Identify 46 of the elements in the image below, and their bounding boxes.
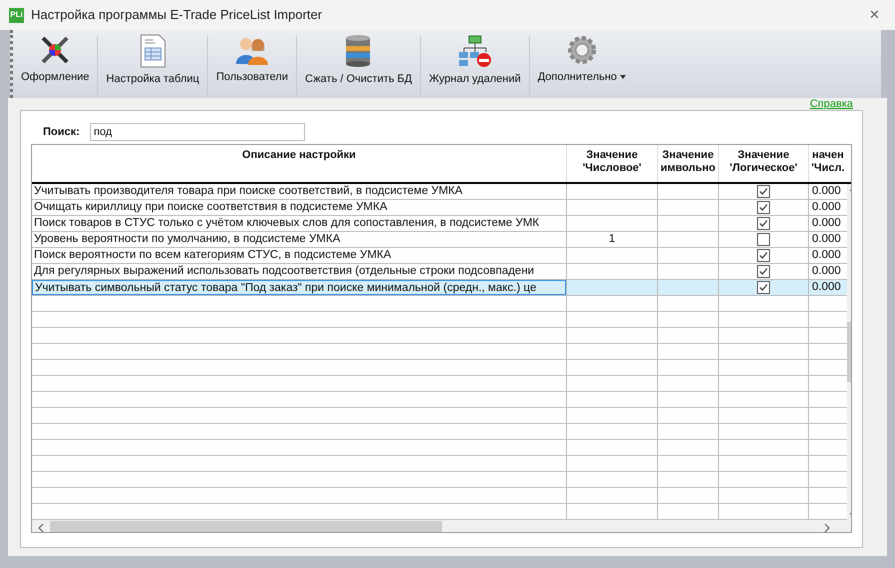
checkbox[interactable]: [757, 201, 770, 214]
search-field[interactable]: под: [90, 123, 305, 141]
table-cell-text: Поиск товаров в СТУС только с учётом ключевых слов для сопоставления, в подсистеме УМК: [33, 216, 540, 231]
table-cell-text: Для регулярных выражений использовать подсоответствия (отдельные строки подсовпадени: [33, 264, 536, 279]
scroll-right-icon: [822, 524, 832, 532]
spreadsheet-icon: [138, 34, 167, 68]
table-row[interactable]: Учитывать производителя товара при поиске соответствий, в подсистеме УМКА 0.000: [32, 184, 847, 200]
window-title: Настройка программы E-Trade PriceList Importer: [31, 6, 322, 24]
table-cell-text: Учитывать производителя товара при поиске соответствий, в подсистеме УМКА: [33, 184, 464, 199]
scroll-left-icon: [36, 524, 46, 532]
toolbar-button[interactable]: Сжать / Очистить БД: [297, 34, 420, 98]
gear-icon: [566, 34, 598, 66]
table-row[interactable]: Поиск товаров в СТУС только с учётом ключевых слов для сопоставления, в подсистеме УМК 0.000: [32, 216, 847, 232]
table-cell-text: Поиск вероятности по всем категориям СТУС, в подсистеме УМКА: [33, 248, 392, 263]
checkbox[interactable]: [757, 249, 770, 262]
column-header[interactable]: Значение 'Логическое': [718, 145, 808, 182]
hierarchy-delete-icon: [458, 34, 492, 68]
toolbar-button[interactable]: Оформление: [13, 34, 98, 98]
column-header[interactable]: Значение имвольно: [657, 145, 718, 182]
checkbox[interactable]: [757, 185, 770, 198]
tools-icon: [39, 34, 72, 66]
toolbar-button[interactable]: Дополнительно: [530, 34, 634, 98]
column-header[interactable]: Значение 'Числовое': [566, 145, 657, 182]
checkbox[interactable]: [757, 265, 770, 278]
table-cell: Учитывать символьный статус товара "Под заказ" при поиске минимальной (средн., макс.) це: [32, 280, 566, 295]
table-cell-text: Уровень вероятности по умолчанию, в подсистеме УМКА: [33, 232, 342, 247]
table-row[interactable]: Поиск вероятности по всем категориям СТУС, в подсистеме УМКА 0.000: [32, 248, 847, 264]
toolbar-button[interactable]: Журнал удалений: [420, 34, 529, 98]
table-row[interactable]: Учитывать символьный статус товара "Под заказ" при поиске минимальной (средн., макс.) це 0.000: [32, 280, 847, 296]
toolbar-button[interactable]: Пользователи: [208, 34, 296, 98]
column-header[interactable]: начен 'Числ.: [808, 145, 847, 182]
close-button[interactable]: ✕: [863, 5, 886, 25]
table-cell: 1: [566, 232, 657, 247]
table-cell-text: Очищать кириллицу при поиске соответствия в подсистеме УМКА: [33, 200, 388, 215]
caret-icon: [620, 75, 626, 80]
table-row[interactable]: Уровень вероятности по умолчанию, в подсистеме УМКА 1 0.000: [32, 232, 847, 248]
checkbox[interactable]: [757, 233, 770, 246]
app-badge: PLi: [9, 8, 24, 22]
column-header[interactable]: Описание настройки: [32, 145, 566, 182]
scroll-thumb[interactable]: [50, 521, 442, 532]
horizontal-scrollbar[interactable]: [32, 520, 851, 532]
search-label: Поиск:: [43, 124, 80, 140]
checkbox[interactable]: [757, 281, 770, 294]
toolbar-button[interactable]: Настройка таблиц: [98, 34, 208, 98]
table-row[interactable]: Очищать кириллицу при поиске соответствия в подсистеме УМКА 0.000: [32, 200, 847, 216]
checkbox[interactable]: [757, 217, 770, 230]
